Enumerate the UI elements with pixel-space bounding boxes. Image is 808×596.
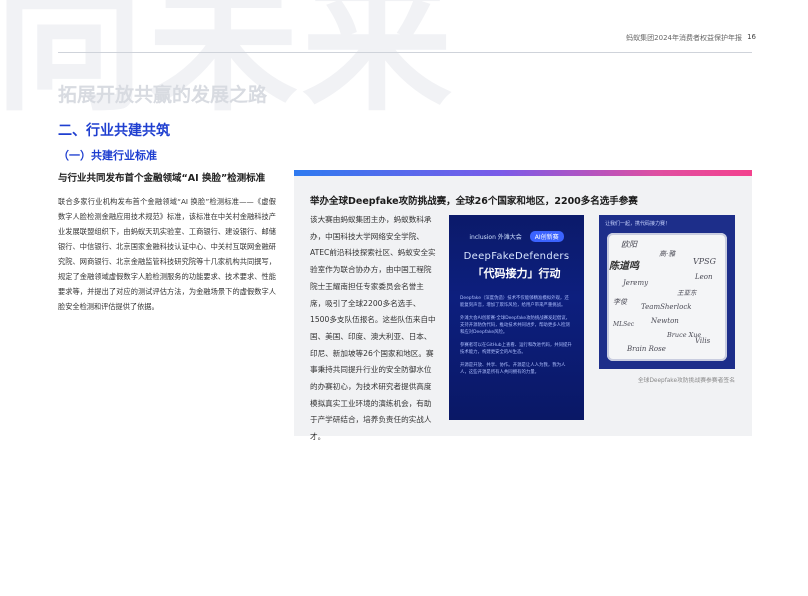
poster-paragraph: 外滩大会AI创新赛·全球Deepfake攻防挑战赛发起倡议，支持开源防伪代码，推… — [460, 316, 571, 335]
signature: VPSG — [693, 257, 717, 266]
poster-paragraph: 开源是开放、共享、协作。开源是让人人为我，我为人人，这些开源是所有人共同拥有的力… — [460, 363, 566, 375]
case-title: 举办全球Deepfake攻防挑战赛，全球26个国家和地区，2200多名选手参赛 — [310, 196, 638, 207]
signature-photo: 让我们一起，携代码接力赛！ 欧阳 陈道鸣 高·雅 VPSG Leon Jerem… — [599, 215, 735, 369]
chapter-title: 拓展开放共赢的发展之路 — [58, 84, 268, 106]
poster-logos: inclusion 外滩大会 AI创新赛 — [449, 231, 584, 242]
event-poster: inclusion 外滩大会 AI创新赛 DeepFakeDefenders 「… — [449, 215, 584, 420]
poster-paragraph: Deepfake（深度伪造）技术不仅能够精准模拟外观，还能复刻声音，增加了欺诈风… — [460, 296, 569, 308]
header-divider — [58, 52, 752, 53]
poster-paragraphs: Deepfake（深度伪造）技术不仅能够精准模拟外观，还能复刻声音，增加了欺诈风… — [460, 295, 573, 382]
report-title: 蚂蚁集团2024年消费者权益保护年报 — [626, 34, 742, 42]
signature: Brain Rose — [627, 345, 666, 353]
signature: Jeremy — [623, 279, 649, 287]
signature-board: 欧阳 陈道鸣 高·雅 VPSG Leon Jeremy 王亚东 李俊 TeamS… — [607, 233, 727, 361]
signature: TeamSherlock — [641, 303, 692, 311]
signature: 欧阳 — [621, 240, 637, 249]
signature: 李俊 — [613, 298, 627, 306]
poster-tagline: 「代码接力」行动 — [472, 267, 561, 280]
signature: 王亚东 — [677, 289, 697, 297]
signature: Newton — [651, 317, 679, 325]
signature: 高·雅 — [659, 250, 676, 258]
signature: Vilis — [695, 337, 711, 345]
article-title: 与行业共同发布首个金融领域“AI 换脸”检测标准 — [58, 173, 266, 184]
section-title: 二、行业共建共筑 — [58, 123, 170, 139]
signature: MLSec — [613, 321, 635, 328]
signature: Leon — [695, 273, 713, 281]
poster-logo: inclusion 外滩大会 — [469, 234, 522, 241]
article-body: 联合多家行业机构发布首个金融领域“AI 换脸”检测标准——《虚假数字人脸检测金融… — [58, 197, 276, 311]
poster-event-name: DeepFakeDefenders — [463, 251, 570, 262]
signature-prompt: 让我们一起，携代码接力赛！ — [605, 221, 671, 227]
page-number: 16 — [747, 33, 756, 41]
signature: 陈道鸣 — [609, 261, 639, 272]
case-body: 该大赛由蚂蚁集团主办，蚂蚁数科承办，中国科技大学网络安全学院、ATEC前沿科技探… — [310, 215, 436, 442]
poster-badge: AI创新赛 — [529, 231, 564, 242]
poster-paragraph: 参赛者可以在GitHub上查看、运行和改进代码，共同提升技术能力，构建更安全的A… — [460, 343, 572, 355]
subsection-title: （一）共建行业标准 — [58, 149, 157, 162]
signature-caption: 全球Deepfake攻防挑战赛参赛者签名 — [637, 378, 735, 384]
